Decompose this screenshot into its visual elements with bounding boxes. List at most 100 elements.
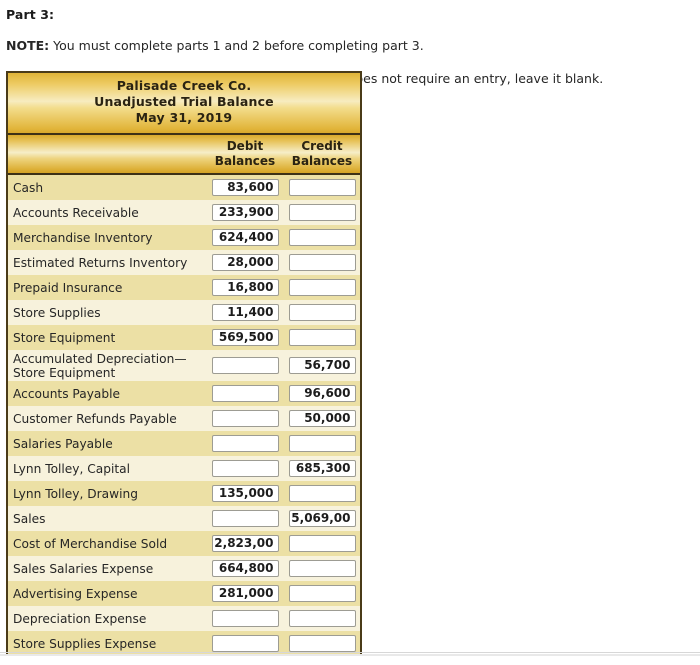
- debit-cell: 11,400: [207, 304, 283, 321]
- debit-amount-input[interactable]: 28,000: [211, 254, 279, 271]
- debit-cell: [207, 435, 283, 452]
- debit-amount-input[interactable]: [211, 357, 279, 374]
- table-row: Sales Salaries Expense 664,800: [8, 556, 360, 581]
- credit-amount-input[interactable]: 56,700: [288, 357, 356, 374]
- debit-amount-input[interactable]: 624,400: [211, 229, 279, 246]
- credit-amount-input[interactable]: [288, 229, 356, 246]
- debit-amount-input[interactable]: 2,823,00: [211, 535, 279, 552]
- debit-cell: 83,600: [207, 179, 283, 196]
- account-name-cell: Customer Refunds Payable: [13, 411, 177, 426]
- account-name-cell: Store Equipment: [13, 330, 116, 345]
- column-header-credit-line1: Credit: [301, 139, 343, 153]
- trial-balance-table: Palisade Creek Co. Unadjusted Trial Bala…: [6, 71, 362, 655]
- credit-cell: [284, 635, 360, 652]
- credit-amount-input[interactable]: [288, 435, 356, 452]
- debit-amount-input[interactable]: [211, 385, 279, 402]
- debit-amount-input[interactable]: 569,500: [211, 329, 279, 346]
- table-row: Store Equipment 569,500: [8, 325, 360, 350]
- credit-amount-input[interactable]: [288, 204, 356, 221]
- column-header-debit-line2: Balances: [214, 154, 276, 168]
- debit-amount-input[interactable]: 233,900: [211, 204, 279, 221]
- column-header-debit: Debit Balances: [207, 139, 283, 169]
- credit-amount-input[interactable]: [288, 560, 356, 577]
- debit-amount-input[interactable]: 83,600: [211, 179, 279, 196]
- debit-cell: 624,400: [207, 229, 283, 246]
- account-name-cell: Advertising Expense: [13, 586, 138, 601]
- debit-amount-input[interactable]: 135,000: [211, 485, 279, 502]
- credit-amount-input[interactable]: [288, 485, 356, 502]
- note-line: NOTE: You must complete parts 1 and 2 be…: [6, 38, 700, 53]
- credit-amount-input[interactable]: [288, 279, 356, 296]
- credit-amount-input[interactable]: 5,069,00: [288, 510, 356, 527]
- column-header-credit-line2: Balances: [291, 154, 353, 168]
- credit-cell: [284, 435, 360, 452]
- debit-cell: 16,800: [207, 279, 283, 296]
- debit-amount-input[interactable]: [211, 435, 279, 452]
- account-name-cell: Cost of Merchandise Sold: [13, 536, 168, 551]
- debit-amount-input[interactable]: 664,800: [211, 560, 279, 577]
- credit-cell: [284, 485, 360, 502]
- credit-cell: [284, 254, 360, 271]
- debit-amount-input[interactable]: [211, 510, 279, 527]
- debit-cell: [207, 610, 283, 627]
- debit-amount-input[interactable]: 11,400: [211, 304, 279, 321]
- credit-cell: [284, 329, 360, 346]
- table-row: Advertising Expense 281,000: [8, 581, 360, 606]
- credit-cell: [284, 535, 360, 552]
- debit-cell: [207, 510, 283, 527]
- debit-amount-input[interactable]: [211, 460, 279, 477]
- credit-amount-input[interactable]: 96,600: [288, 385, 356, 402]
- credit-amount-input[interactable]: [288, 635, 356, 652]
- table-column-headers: Debit Balances Credit Balances: [8, 135, 360, 175]
- account-name-cell: Prepaid Insurance: [13, 280, 123, 295]
- account-name-cell: Cash: [13, 180, 44, 195]
- credit-amount-input[interactable]: [288, 304, 356, 321]
- account-name-cell: Lynn Tolley, Drawing: [13, 486, 138, 501]
- table-row: Depreciation Expense: [8, 606, 360, 631]
- table-row: Lynn Tolley, Capital 685,300: [8, 456, 360, 481]
- debit-cell: [207, 357, 283, 374]
- debit-amount-input[interactable]: 16,800: [211, 279, 279, 296]
- account-name-cell: Accumulated Depreciation— Store Equipment: [8, 352, 207, 380]
- debit-cell: 281,000: [207, 585, 283, 602]
- debit-amount-input[interactable]: [211, 610, 279, 627]
- debit-cell: 28,000: [207, 254, 283, 271]
- account-name-cell: Estimated Returns Inventory: [13, 255, 188, 270]
- account-name-cell: Store Supplies: [13, 305, 101, 320]
- credit-cell: [284, 560, 360, 577]
- debit-cell: [207, 385, 283, 402]
- debit-amount-input[interactable]: [211, 410, 279, 427]
- debit-cell: [207, 635, 283, 652]
- table-row: Store Supplies 11,400: [8, 300, 360, 325]
- credit-cell: [284, 204, 360, 221]
- note-label: NOTE:: [6, 38, 50, 53]
- credit-cell: 5,069,00: [284, 510, 360, 527]
- table-row: Accounts Payable 96,600: [8, 381, 360, 406]
- credit-amount-input[interactable]: [288, 254, 356, 271]
- account-name-cell: Store Supplies Expense: [13, 636, 157, 651]
- table-title-block: Palisade Creek Co. Unadjusted Trial Bala…: [8, 73, 360, 135]
- account-name-cell: Merchandise Inventory: [13, 230, 153, 245]
- credit-amount-input[interactable]: [288, 610, 356, 627]
- debit-amount-input[interactable]: 281,000: [211, 585, 279, 602]
- credit-amount-input[interactable]: 685,300: [288, 460, 356, 477]
- credit-cell: [284, 585, 360, 602]
- debit-amount-input[interactable]: [211, 635, 279, 652]
- table-body: Cash 83,600 Accounts Receivable 233,900 Merc…: [8, 175, 360, 655]
- table-row: Sales 5,069,00: [8, 506, 360, 531]
- credit-amount-input[interactable]: [288, 329, 356, 346]
- column-header-credit: Credit Balances: [284, 139, 360, 169]
- credit-amount-input[interactable]: [288, 179, 356, 196]
- credit-cell: 50,000: [284, 410, 360, 427]
- account-name-cell: Accounts Payable: [13, 386, 121, 401]
- account-name-cell: Sales Salaries Expense: [13, 561, 154, 576]
- credit-cell: [284, 229, 360, 246]
- debit-cell: [207, 410, 283, 427]
- debit-cell: 2,823,00: [207, 535, 283, 552]
- table-row: Estimated Returns Inventory 28,000: [8, 250, 360, 275]
- credit-amount-input[interactable]: [288, 535, 356, 552]
- credit-cell: 685,300: [284, 460, 360, 477]
- credit-amount-input[interactable]: [288, 585, 356, 602]
- credit-cell: [284, 179, 360, 196]
- credit-amount-input[interactable]: 50,000: [288, 410, 356, 427]
